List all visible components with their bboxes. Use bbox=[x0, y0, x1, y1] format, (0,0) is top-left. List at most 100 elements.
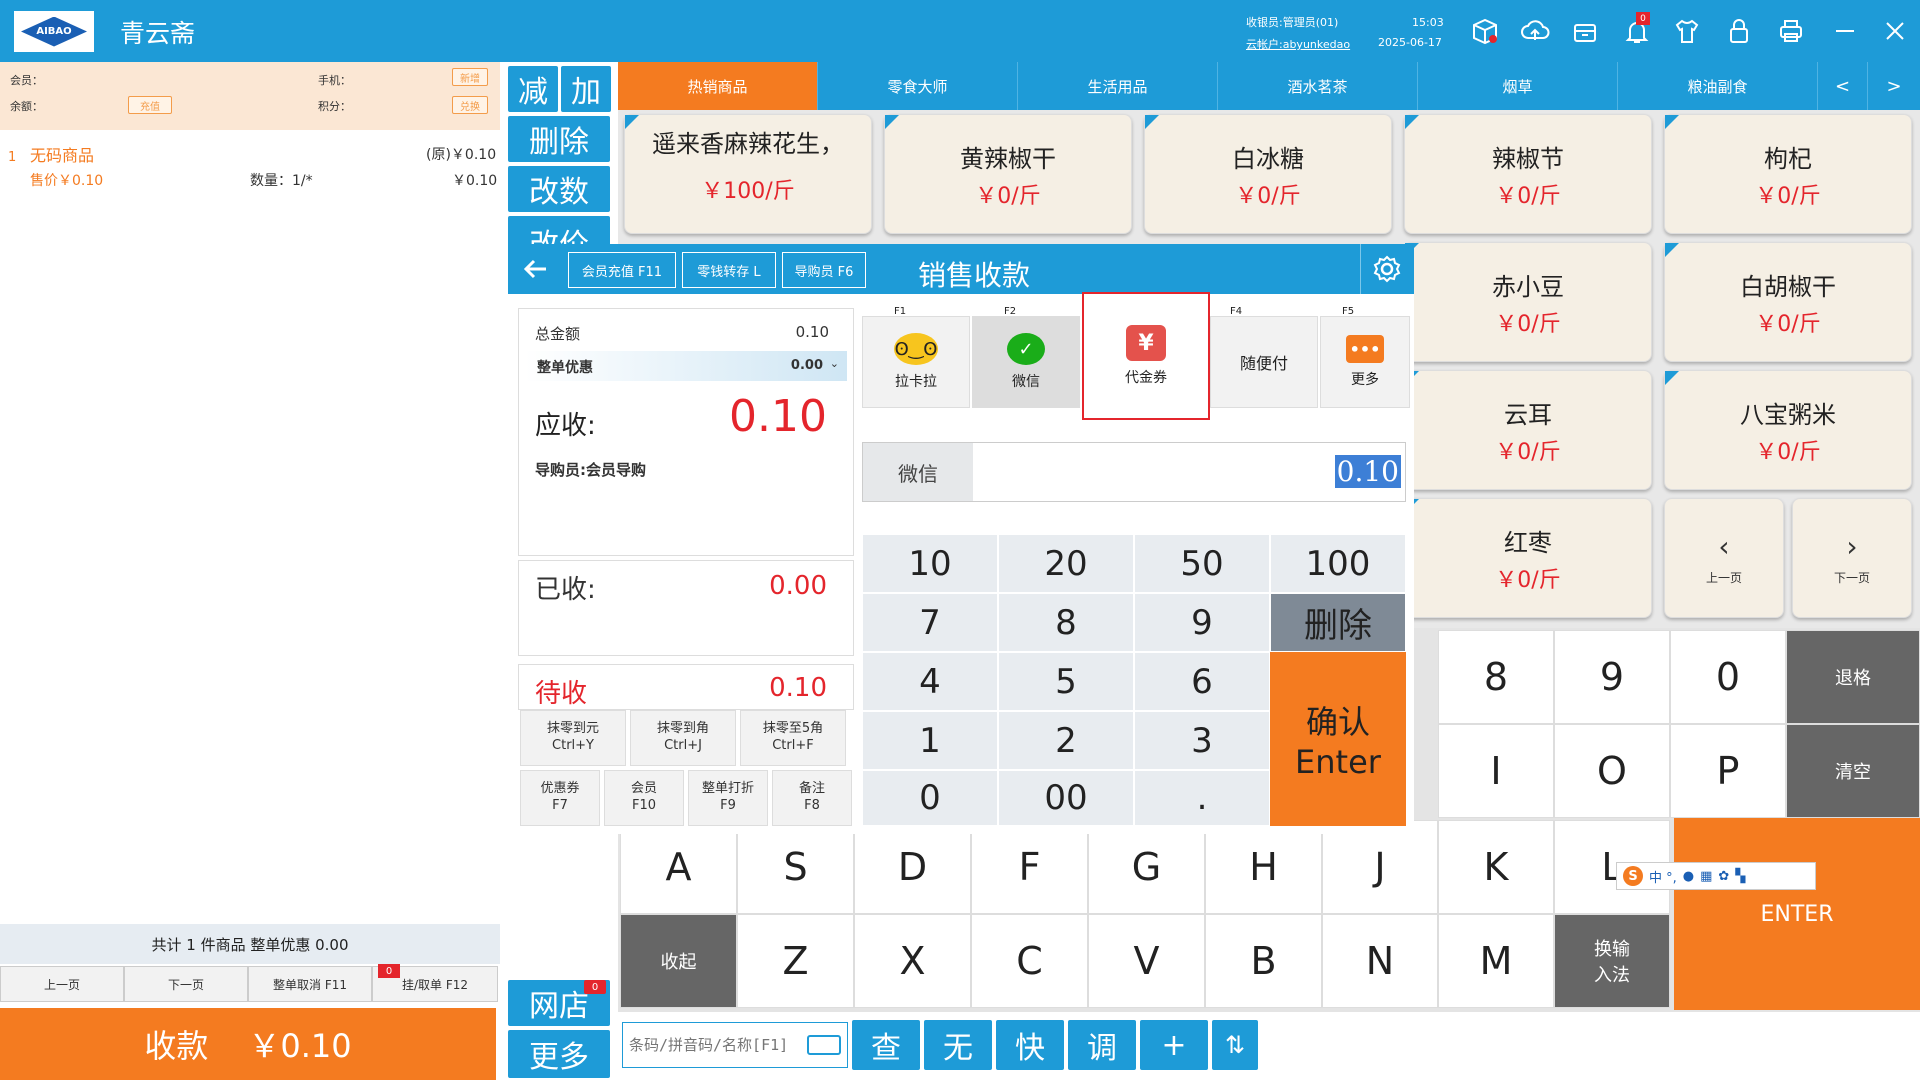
key-v[interactable]: V bbox=[1088, 914, 1205, 1008]
cart-item[interactable]: 1 无码商品 (原)￥0.10 售价￥0.10 数量：1/* ￥0.10 bbox=[0, 132, 500, 194]
lock-icon[interactable] bbox=[1724, 16, 1754, 46]
tab-drinks[interactable]: 酒水茗茶 bbox=[1218, 62, 1418, 110]
tab-snacks[interactable]: 零食大师 bbox=[818, 62, 1018, 110]
round-to-yuan-button[interactable]: 抹零到元 Ctrl+Y bbox=[520, 710, 626, 766]
round-to-5jiao-button[interactable]: 抹零至5角 Ctrl+F bbox=[740, 710, 846, 766]
enter-key[interactable]: ENTER bbox=[1674, 818, 1920, 1010]
member-recharge-button[interactable]: 会员充值 F11 bbox=[568, 252, 676, 288]
product-card[interactable]: 白冰糖 ￥0/斤 bbox=[1144, 114, 1392, 234]
keypad-100[interactable]: 100 bbox=[1270, 534, 1406, 593]
member-button[interactable]: 会员 F10 bbox=[604, 770, 684, 826]
keypad-20[interactable]: 20 bbox=[998, 534, 1134, 593]
product-card[interactable]: 辣椒节 ￥0/斤 bbox=[1404, 114, 1652, 234]
suibianfu-pay-button[interactable]: 随便付 bbox=[1210, 316, 1318, 408]
new-member-button[interactable]: 新增 bbox=[452, 68, 488, 86]
key-h[interactable]: H bbox=[1205, 820, 1322, 914]
key-0[interactable]: 0 bbox=[1670, 630, 1786, 724]
cloud-account[interactable]: 云帐户:abyunkedao bbox=[1246, 36, 1350, 52]
close-icon[interactable] bbox=[1880, 16, 1910, 46]
key-f[interactable]: F bbox=[971, 820, 1088, 914]
product-card[interactable]: 八宝粥米 ￥0/斤 bbox=[1664, 370, 1912, 490]
settings-gear-icon[interactable] bbox=[1372, 254, 1402, 284]
tab-prev-button[interactable]: < bbox=[1818, 62, 1868, 110]
clear-key[interactable]: 清空 bbox=[1786, 724, 1920, 818]
keypad-5[interactable]: 5 bbox=[998, 652, 1134, 711]
keypad-dot[interactable]: . bbox=[1134, 770, 1270, 826]
keypad-6[interactable]: 6 bbox=[1134, 652, 1270, 711]
minimize-icon[interactable] bbox=[1830, 16, 1860, 46]
keyboard-icon[interactable] bbox=[807, 1035, 841, 1055]
query-button[interactable]: 查 bbox=[852, 1020, 920, 1070]
collapse-keyboard-button[interactable]: 收起 bbox=[620, 914, 737, 1008]
minus-button[interactable]: 减 bbox=[508, 66, 558, 112]
remark-button[interactable]: 备注 F8 bbox=[772, 770, 852, 826]
keypad-7[interactable]: 7 bbox=[862, 593, 998, 652]
tab-hot[interactable]: 热销商品 bbox=[618, 62, 818, 110]
cloud-upload-icon[interactable] bbox=[1520, 16, 1550, 46]
product-card[interactable]: 白胡椒干 ￥0/斤 bbox=[1664, 242, 1912, 362]
keypad-00[interactable]: 00 bbox=[998, 770, 1134, 826]
product-prev-page-button[interactable]: ‹ 上一页 bbox=[1664, 498, 1784, 618]
order-discount-button[interactable]: 整单打折 F9 bbox=[688, 770, 768, 826]
key-z[interactable]: Z bbox=[737, 914, 854, 1008]
keypad-2[interactable]: 2 bbox=[998, 711, 1134, 770]
tab-next-button[interactable]: > bbox=[1868, 62, 1920, 110]
cash-drawer-icon[interactable] bbox=[1570, 16, 1600, 46]
confirm-enter-button[interactable]: 确认 Enter bbox=[1270, 652, 1406, 826]
key-n[interactable]: N bbox=[1322, 914, 1438, 1008]
keypad-50[interactable]: 50 bbox=[1134, 534, 1270, 593]
backspace-key[interactable]: 退格 bbox=[1786, 630, 1920, 724]
more-button[interactable]: 更多 bbox=[508, 1030, 610, 1078]
delete-button[interactable]: 删除 bbox=[508, 116, 610, 162]
key-j[interactable]: J bbox=[1322, 820, 1438, 914]
product-card[interactable]: 红枣 ￥0/斤 bbox=[1404, 498, 1652, 618]
keypad-10[interactable]: 10 bbox=[862, 534, 998, 593]
keypad-delete[interactable]: 删除 bbox=[1270, 593, 1406, 652]
guide-button[interactable]: 导购员 F6 bbox=[782, 252, 866, 288]
keypad-9[interactable]: 9 bbox=[1134, 593, 1270, 652]
key-b[interactable]: B bbox=[1205, 914, 1322, 1008]
key-i[interactable]: I bbox=[1438, 724, 1554, 818]
key-a[interactable]: A bbox=[620, 820, 737, 914]
key-o[interactable]: O bbox=[1554, 724, 1670, 818]
printer-icon[interactable] bbox=[1776, 16, 1806, 46]
key-c[interactable]: C bbox=[971, 914, 1088, 1008]
checkout-button[interactable]: 收款 ￥0.10 bbox=[0, 1008, 496, 1080]
keypad-8[interactable]: 8 bbox=[998, 593, 1134, 652]
keypad-3[interactable]: 3 bbox=[1134, 711, 1270, 770]
adjust-button[interactable]: 调 bbox=[1068, 1020, 1136, 1070]
back-arrow-icon[interactable] bbox=[522, 258, 548, 280]
plus-button[interactable]: 加 bbox=[561, 66, 611, 112]
tab-grocery[interactable]: 粮油副食 bbox=[1618, 62, 1818, 110]
discount-row[interactable]: 整单优惠 0.00 ⌄ bbox=[525, 351, 847, 381]
sort-button[interactable]: ⇅ bbox=[1212, 1020, 1258, 1070]
key-s[interactable]: S bbox=[737, 820, 854, 914]
product-card[interactable]: 黄辣椒干 ￥0/斤 bbox=[884, 114, 1132, 234]
recharge-button[interactable]: 充值 bbox=[128, 96, 172, 114]
search-input[interactable] bbox=[623, 1023, 803, 1067]
more-pay-button[interactable]: ••• 更多 bbox=[1320, 316, 1410, 408]
product-card[interactable]: 云耳 ￥0/斤 bbox=[1404, 370, 1652, 490]
key-x[interactable]: X bbox=[854, 914, 971, 1008]
coupon-button[interactable]: 优惠券 F7 bbox=[520, 770, 600, 826]
keypad-1[interactable]: 1 bbox=[862, 711, 998, 770]
payment-amount-value[interactable]: 0.10 bbox=[1334, 455, 1401, 488]
tab-daily[interactable]: 生活用品 bbox=[1018, 62, 1218, 110]
voucher-pay-button[interactable]: ¥ 代金券 bbox=[1082, 292, 1210, 420]
key-d[interactable]: D bbox=[854, 820, 971, 914]
payment-amount-field[interactable]: 微信 0.10 bbox=[862, 442, 1406, 502]
lakala-pay-button[interactable]: ʘ‿ʘ 拉卡拉 bbox=[862, 316, 970, 408]
cart-next-page-button[interactable]: 下一页 bbox=[124, 966, 248, 1002]
keypad-4[interactable]: 4 bbox=[862, 652, 998, 711]
key-8[interactable]: 8 bbox=[1438, 630, 1554, 724]
keypad-0[interactable]: 0 bbox=[862, 770, 998, 826]
cart-prev-page-button[interactable]: 上一页 bbox=[0, 966, 124, 1002]
change-to-store-button[interactable]: 零钱转存 L bbox=[682, 252, 776, 288]
no-barcode-button[interactable]: 无 bbox=[924, 1020, 992, 1070]
key-k[interactable]: K bbox=[1438, 820, 1554, 914]
product-card[interactable]: 枸杞 ￥0/斤 bbox=[1664, 114, 1912, 234]
key-g[interactable]: G bbox=[1088, 820, 1205, 914]
product-card[interactable]: 赤小豆 ￥0/斤 bbox=[1404, 242, 1652, 362]
package-icon[interactable] bbox=[1470, 16, 1500, 46]
redeem-button[interactable]: 兑换 bbox=[452, 96, 488, 114]
